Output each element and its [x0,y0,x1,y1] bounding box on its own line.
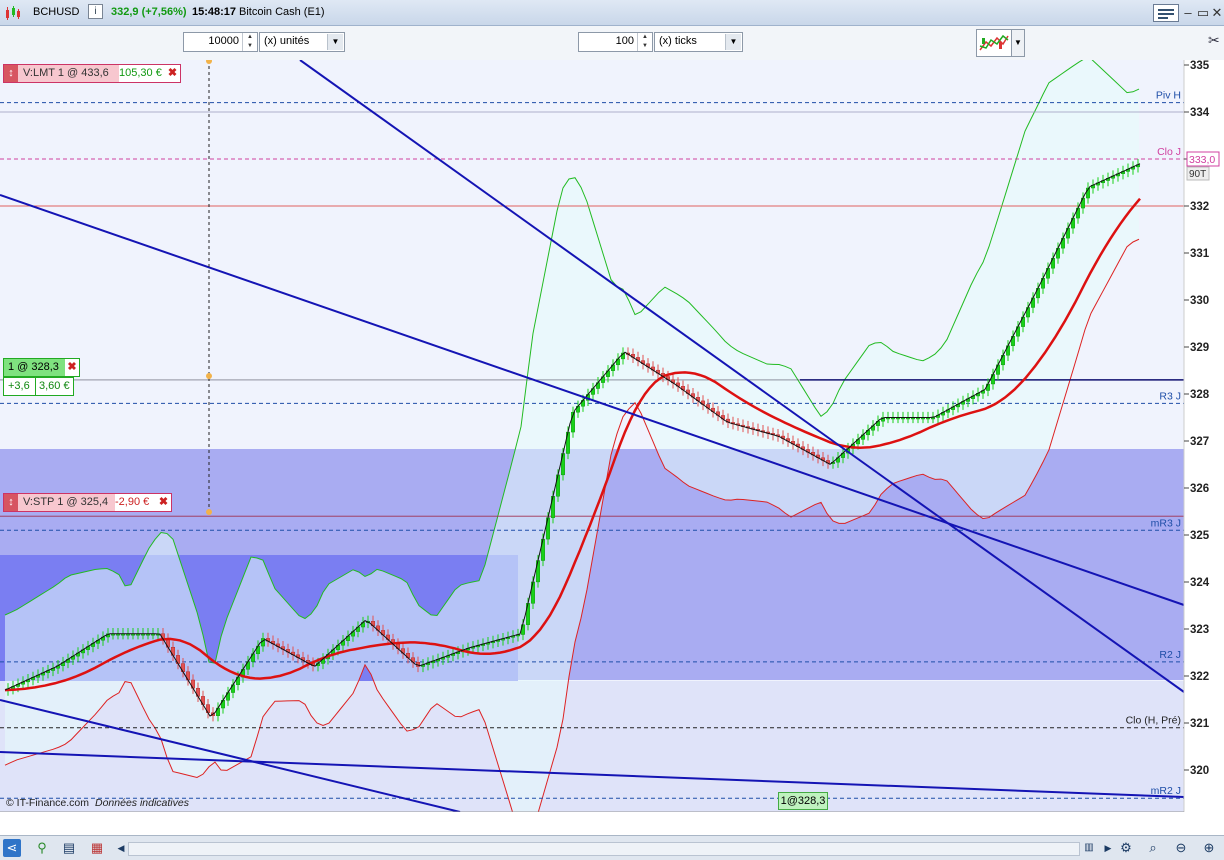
share-icon[interactable]: ⋖ [3,839,21,857]
close-icon[interactable]: ✕ [1209,5,1224,20]
level-label: Clo J [1157,146,1181,158]
horizontal-scrollbar[interactable] [128,842,1080,856]
price-tick-label: 324 [1190,577,1210,589]
stepper-arrows-icon[interactable]: ▲ ▼ [242,33,257,51]
candlestick-app-icon [6,6,20,20]
position-label: 1 @ 328,3 [4,359,65,376]
limit-order-tag[interactable]: ↕ V:LMT 1 @ 433,6 105,30 € ✖ [3,64,181,83]
limit-order-label: V:LMT 1 @ 433,6 [18,65,119,82]
chevron-down-icon[interactable]: ▼ [1011,29,1025,57]
level-label: mR3 J [1151,517,1181,529]
order-handle[interactable] [206,373,212,379]
disclaimer-label: Données indicatives [95,797,190,809]
ticks-stepper[interactable]: 100 ▲ ▼ [578,32,653,52]
calculator-icon[interactable]: ▤ [60,839,78,857]
time-label: 15:48:17 [192,6,237,18]
price-tick-label: 320 [1190,765,1209,777]
current-price-label: 333,0 [1189,154,1215,166]
position-marker[interactable]: 1@328,3 [778,792,828,810]
title-bar: BCHUSD i 332,9 (+7,56%) 15:48:17 Bitcoin… [0,0,1224,26]
price-tick-label: 325 [1190,530,1210,542]
position-pnl-tag: +3,6 3,60 € [3,377,74,396]
price-tick-label: 334 [1190,107,1210,119]
quantity-unit-value: (x) unités [264,35,310,47]
close-icon[interactable]: ✖ [165,65,180,82]
scroll-right-icon[interactable]: ▶ [1099,839,1117,857]
position-marker-label: 1@328,3 [780,795,826,807]
level-label: Piv H [1156,90,1181,102]
scroll-grip-icon[interactable]: ▥ [1080,839,1098,857]
price-tick-label: 330 [1190,295,1209,307]
chart-canvas[interactable]: Piv HClo JR3 JmR3 JR2 JClo (H, Pré)mR2 J… [0,60,1224,812]
zoom-in-icon[interactable]: ⊕ [1200,839,1218,857]
zoom-search-icon[interactable]: ⌕ [1144,839,1162,857]
tree-icon[interactable]: ⚲ [33,839,51,857]
position-tag[interactable]: 1 @ 328,3 ✖ [3,358,80,377]
ticks-unit-value: (x) ticks [659,35,697,47]
quantity-unit-select[interactable]: (x) unités ▼ [259,32,345,52]
order-handle[interactable] [206,509,212,515]
copyright-label: © IT-Finance.com [6,797,89,809]
drag-handle-icon[interactable]: ↕ [4,494,18,511]
close-icon[interactable]: ✖ [156,494,171,511]
price-chart[interactable]: Piv H Clo J R3 JmR3 J R2 J Clo (H, Pré) mR2 J… [0,60,1224,812]
level-label: R3 J [1159,390,1181,402]
stepper-arrows-icon[interactable]: ▲ ▼ [637,33,652,51]
order-toolbar: 10000 ▲ ▼ (x) unités ▼ 100 ▲ ▼ (x) ticks ▼… [0,26,1224,61]
quantity-stepper[interactable]: 10000 ▲ ▼ [183,32,258,52]
price-tick-label: 331 [1190,248,1210,260]
bottom-toolbar: ⋖ ⚲ ▤ ▦ ◀ ▥ ▶ ⚙ ⌕ ⊖ ⊕ [0,835,1224,860]
price-tick-label: 328 [1190,389,1210,401]
price-tick-label: 329 [1190,342,1209,354]
level-label: Clo (H, Pré) [1126,715,1181,727]
stop-order-tag[interactable]: ↕ V:STP 1 @ 325,4 -2,90 € ✖ [3,493,172,512]
close-icon[interactable]: ✖ [65,359,79,376]
price-tick-label: 323 [1190,624,1209,636]
quantity-value[interactable]: 10000 [208,35,239,47]
chart-indicators-icon[interactable] [976,29,1012,57]
menu-icon[interactable] [1153,4,1179,22]
chevron-down-icon[interactable]: ▼ [725,34,741,50]
chevron-down-icon[interactable]: ▼ [327,34,343,50]
symbol-label[interactable]: BCHUSD [33,6,79,18]
instrument-label: Bitcoin Cash (E1) [239,6,325,18]
ticks-value[interactable]: 100 [616,35,634,47]
level-label: R2 J [1159,649,1181,661]
price-tick-label: 326 [1190,483,1209,495]
position-value: 3,60 € [35,378,77,395]
price-tick-label: 332 [1190,201,1209,213]
price-tick-label: 322 [1190,671,1209,683]
price-change-label: 332,9 (+7,56%) [111,6,187,18]
stop-order-label: V:STP 1 @ 325,4 [18,494,115,511]
candle-body [986,383,991,391]
price-tick-label: 335 [1190,60,1210,72]
grid-icon[interactable]: ▦ [88,839,106,857]
drag-handle-icon[interactable]: ↕ [4,65,18,82]
zoom-out-icon[interactable]: ⊖ [1172,839,1190,857]
minimize-icon[interactable]: – [1180,5,1196,20]
limit-order-value: 105,30 € [119,65,164,82]
position-points: +3,6 [8,380,30,392]
stop-order-value: -2,90 € [115,494,155,511]
scissors-icon[interactable]: ✂ [1208,32,1222,52]
price-tick-label: 327 [1190,436,1209,448]
countdown-label: 90T [1189,169,1206,180]
ticks-unit-select[interactable]: (x) ticks ▼ [654,32,743,52]
info-icon[interactable]: i [88,4,103,19]
price-tick-label: 321 [1190,718,1210,730]
settings-icon[interactable]: ⚙ [1117,839,1135,857]
